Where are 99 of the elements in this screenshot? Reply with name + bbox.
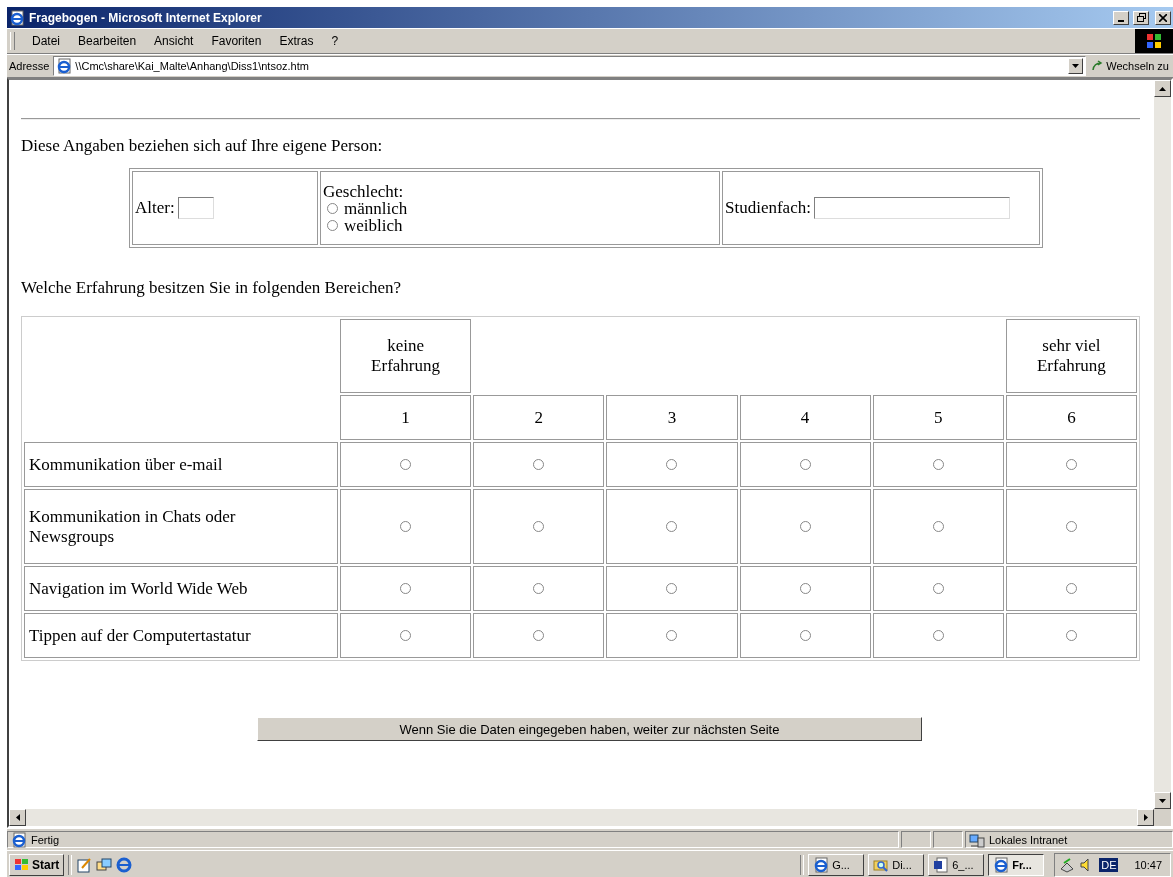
radio-button[interactable]	[799, 521, 811, 532]
radio-button[interactable]	[533, 459, 545, 470]
radio-button[interactable]	[400, 583, 412, 594]
radio-button[interactable]	[932, 630, 944, 641]
caret-icon	[1072, 64, 1080, 68]
subject-field[interactable]	[813, 197, 1010, 219]
left-arrow-icon	[15, 814, 20, 821]
dropdown-button[interactable]	[1068, 58, 1084, 74]
browser-icon	[813, 856, 830, 873]
radio-button[interactable]	[1065, 583, 1077, 594]
minimize-icon	[1118, 19, 1124, 22]
radio-button[interactable]	[400, 630, 412, 641]
document-icon	[933, 856, 950, 873]
intro-text: Diese Angaben beziehen sich auf Ihre eigene Person:	[21, 136, 384, 156]
column-header: 6	[1005, 395, 1137, 440]
column-header: 1	[340, 395, 472, 440]
down-arrow-icon	[1159, 798, 1166, 803]
network-icon	[969, 831, 985, 848]
radio-button[interactable]	[400, 521, 412, 532]
menu-item[interactable]: Extras	[270, 32, 323, 50]
radio-button[interactable]	[666, 459, 678, 470]
scroll-left-button[interactable]	[9, 809, 26, 826]
arrow-icon	[1092, 60, 1105, 72]
radio-button[interactable]	[327, 202, 338, 214]
minimize-button[interactable]	[1113, 10, 1129, 25]
age-field[interactable]	[177, 197, 214, 219]
radio-button[interactable]	[799, 630, 811, 641]
window-switch-icon[interactable]	[96, 856, 113, 873]
radio-button[interactable]	[666, 521, 678, 532]
windows-flag-icon	[14, 857, 30, 872]
browser-icon[interactable]	[116, 856, 133, 873]
radio-button[interactable]	[932, 583, 944, 594]
start-button[interactable]: Start	[9, 853, 65, 876]
row-label: Kommunikation in Chats oder Newsgroups	[29, 506, 237, 547]
windows-flag-icon	[1135, 29, 1173, 53]
column-header: 3	[606, 395, 738, 440]
option-label: weiblich	[344, 216, 403, 234]
menu-item[interactable]: ?	[322, 32, 348, 50]
status-text: Fertig	[31, 833, 60, 846]
language-indicator[interactable]: DE	[1099, 857, 1119, 872]
scroll-up-button[interactable]	[1154, 80, 1171, 97]
radio-button[interactable]	[666, 630, 678, 641]
menu-item[interactable]: Ansicht	[145, 32, 203, 50]
status-pane	[901, 831, 931, 848]
radio-button[interactable]	[1065, 521, 1077, 532]
browser-icon	[993, 856, 1010, 873]
radio-button[interactable]	[666, 583, 678, 594]
radio-button[interactable]	[1065, 459, 1077, 470]
question-text: Welche Erfahrung besitzen Sie in folgenden Bereichen?	[21, 278, 403, 298]
age-label: Alter:	[135, 198, 175, 218]
window-title: Fragebogen - Microsoft Internet Explorer	[29, 10, 263, 25]
subject-label: Studienfach:	[725, 198, 811, 218]
clock: 10:47	[1134, 858, 1162, 871]
option-label: männlich	[344, 199, 408, 217]
radio-button[interactable]	[932, 459, 944, 470]
row-label: Kommunikation über e-mail	[29, 454, 223, 475]
address-field[interactable]: \\Cmc\share\Kai_Malte\Anhang\Diss1\ntsoz.htm	[53, 56, 1087, 76]
taskbar-button[interactable]: G...	[808, 853, 865, 876]
taskbar-button[interactable]: Fr...	[988, 853, 1045, 876]
row-label: Tippen auf der Computertastatur	[29, 625, 251, 646]
browser-icon	[9, 9, 25, 26]
close-icon	[1159, 13, 1167, 22]
radio-button[interactable]	[533, 583, 545, 594]
next-page-button[interactable]: Wenn Sie die Daten eingegeben haben, weiter zur nächsten Seite	[257, 717, 922, 741]
restore-button[interactable]	[1133, 10, 1149, 25]
network-icon[interactable]	[1059, 856, 1076, 873]
page-icon	[56, 58, 73, 74]
up-arrow-icon	[1159, 86, 1166, 91]
scroll-down-button[interactable]	[1154, 792, 1171, 809]
column-header: 2	[473, 395, 605, 440]
column-header: 5	[872, 395, 1004, 440]
restore-icon	[1136, 13, 1146, 22]
scroll-right-button[interactable]	[1137, 809, 1154, 826]
radio-button[interactable]	[799, 583, 811, 594]
row-label: Navigation im World Wide Web	[29, 578, 248, 599]
column-header: 4	[739, 395, 871, 440]
taskbar-button[interactable]: 6_...	[928, 853, 985, 876]
zone-text: Lokales Intranet	[989, 833, 1068, 846]
menu-item[interactable]: Datei	[23, 32, 69, 50]
taskbar-button[interactable]: Di...	[868, 853, 925, 876]
close-button[interactable]	[1155, 10, 1171, 25]
page-icon	[11, 831, 27, 848]
notepad-icon[interactable]	[76, 856, 93, 873]
menu-item[interactable]: Favoriten	[202, 32, 271, 50]
right-arrow-icon	[1143, 814, 1148, 821]
radio-button[interactable]	[327, 219, 338, 231]
gender-label: Geschlecht:	[323, 182, 404, 200]
radio-button[interactable]	[932, 521, 944, 532]
address-label: Adresse	[9, 60, 50, 72]
radio-button[interactable]	[799, 459, 811, 470]
scale-low-label: keine Erfahrung	[370, 336, 442, 376]
go-button[interactable]: Wechseln zu	[1090, 60, 1171, 72]
radio-button[interactable]	[1065, 630, 1077, 641]
scale-high-label: sehr viel Erfahrung	[1035, 336, 1107, 376]
radio-button[interactable]	[400, 459, 412, 470]
radio-button[interactable]	[533, 630, 545, 641]
menu-item[interactable]: Bearbeiten	[69, 32, 146, 50]
status-pane	[933, 831, 963, 848]
radio-button[interactable]	[533, 521, 545, 532]
